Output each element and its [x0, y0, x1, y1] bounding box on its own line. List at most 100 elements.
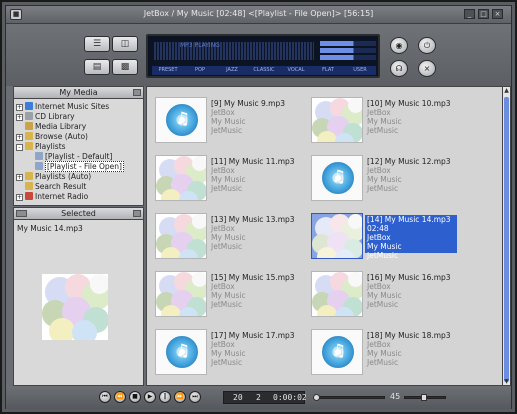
scroll-up-icon[interactable]: ▲ — [503, 87, 510, 95]
tree-item-label: [Playlist - File Open] — [45, 161, 124, 172]
prev-icon[interactable]: ⏮ — [99, 391, 111, 403]
record-button[interactable]: ◉ — [390, 37, 408, 54]
panel-collapse-icon[interactable] — [133, 89, 141, 96]
album-art — [312, 272, 362, 316]
seek-slider[interactable] — [313, 394, 385, 401]
tree-item-label: Playlists — [35, 142, 66, 151]
tree-item[interactable]: [Playlist - File Open] — [26, 161, 124, 172]
expand-icon[interactable]: + — [16, 134, 23, 141]
collapse-icon[interactable]: - — [16, 144, 23, 151]
music-disc-icon — [166, 104, 198, 136]
track-tile[interactable]: [15] My Music 15.mp3 JetBox My Music JetMus… — [152, 267, 304, 319]
eq-preset[interactable]: VOCAL — [280, 66, 312, 75]
track-grid-scrollbar[interactable]: ▲ ▼ — [503, 86, 511, 386]
tree-item[interactable]: Media Library — [16, 122, 86, 132]
folder-icon — [25, 172, 33, 180]
scroll-down-icon[interactable]: ▼ — [503, 378, 510, 386]
seek-knob[interactable] — [313, 394, 320, 401]
expand-icon[interactable]: + — [16, 114, 23, 121]
volume-slider[interactable] — [404, 394, 446, 401]
title-bar[interactable]: ■ JetBox / My Music [02:48] <[Playlist -… — [6, 6, 511, 24]
rewind-icon[interactable]: ⏪ — [114, 391, 126, 403]
art-circle — [178, 191, 198, 200]
track-tile[interactable]: [16] My Music 16.mp3 JetBox My Music JetMus… — [308, 267, 460, 319]
track-duration: 02:48 — [367, 224, 389, 233]
volume-knob[interactable] — [420, 394, 427, 401]
expand-icon[interactable]: + — [16, 174, 23, 181]
transport-bar: ⏮ ⏪ ■ ▶ ‖ ⏩ ⏭ 20 2 0:00:02 45 — [6, 386, 511, 409]
eq-preset[interactable]: FLAT — [312, 66, 344, 75]
track-tile[interactable]: [9] My Music 9.mp3JetBoxMy MusicJetMusic — [152, 93, 304, 145]
track-tile[interactable]: [18] My Music 18.mp3JetBoxMy MusicJetMus… — [308, 325, 460, 377]
save-button[interactable]: ▩ — [112, 59, 138, 75]
play-icon[interactable]: ▶ — [144, 391, 156, 403]
tree-item[interactable]: + CD Library — [16, 112, 75, 122]
spectrum-visualizer — [154, 42, 314, 60]
power-icon[interactable]: ⏻ — [418, 37, 436, 54]
expand-icon[interactable]: + — [16, 104, 23, 111]
track-title: [17] My Music 17.mp3 — [211, 331, 295, 340]
track-genre: JetMusic — [211, 300, 243, 309]
eq-preset[interactable]: JAZZ — [216, 66, 248, 75]
library-view-button[interactable]: ◫ — [112, 36, 138, 52]
album-art — [156, 272, 206, 316]
track-tile[interactable]: [14] My Music 14.mp3 02:48 JetBox My Music J… — [308, 209, 460, 261]
media-tree: + Internet Music Sites + CD Library Media Li… — [13, 99, 144, 206]
track-title: [14] My Music 14.mp3 — [367, 215, 451, 224]
track-tile[interactable]: [11] My Music 11.mp3 JetBox My Music JetMus… — [152, 151, 304, 203]
track-album: My Music — [211, 117, 246, 126]
art-circle — [89, 274, 108, 294]
exit-button[interactable]: × — [418, 60, 436, 77]
my-media-header: My Media — [13, 86, 144, 99]
close-icon[interactable]: × — [492, 9, 503, 19]
minimize-icon[interactable]: _ — [464, 9, 475, 19]
eq-preset[interactable]: USER — [344, 66, 376, 75]
track-tile[interactable]: [12] My Music 12.mp3JetBoxMy MusicJetMus… — [308, 151, 460, 203]
tree-item[interactable]: + Internet Music Sites — [16, 102, 109, 112]
headphones-icon[interactable]: ☊ — [390, 60, 408, 77]
track-album: My Music — [367, 349, 402, 358]
skin-button[interactable]: ▤ — [84, 59, 110, 75]
folder-icon — [25, 112, 33, 120]
track-album: My Music — [211, 233, 246, 242]
panel-title: My Media — [59, 88, 98, 97]
panel-collapse-icon[interactable] — [133, 210, 141, 217]
folder-icon — [25, 132, 33, 140]
track-artist: JetBox — [211, 282, 235, 291]
next-icon[interactable]: ⏭ — [189, 391, 201, 403]
music-disc-icon — [322, 336, 354, 368]
track-counter: 20 2 0:00:02 — [223, 391, 307, 404]
track-tile[interactable]: [10] My Music 10.mp3 JetBox My Music JetMus… — [308, 93, 460, 145]
track-title: [13] My Music 13.mp3 — [211, 215, 295, 224]
album-art — [312, 98, 362, 142]
scrollbar-thumb[interactable] — [504, 97, 509, 382]
folder-icon — [25, 142, 33, 150]
album-art — [156, 156, 206, 200]
tree-item[interactable]: + Browse (Auto) — [16, 132, 88, 142]
tree-item[interactable]: - Playlists — [16, 142, 66, 152]
pause-icon[interactable]: ‖ — [159, 391, 171, 403]
forward-icon[interactable]: ⏩ — [174, 391, 186, 403]
track-tile[interactable]: [17] My Music 17.mp3JetBoxMy MusicJetMus… — [152, 325, 304, 377]
eq-preset[interactable]: POP — [184, 66, 216, 75]
art-circle — [192, 214, 206, 229]
equalizer-bars[interactable] — [320, 41, 376, 63]
tree-item[interactable]: + Internet Radio — [16, 192, 88, 202]
eq-preset[interactable]: PRESET — [152, 66, 184, 75]
track-title: [16] My Music 16.mp3 — [367, 273, 451, 282]
track-info: [12] My Music 12.mp3 JetBox My Music JetMus… — [367, 157, 459, 193]
tree-item[interactable]: Search Result — [16, 182, 86, 192]
maximize-icon[interactable]: □ — [478, 9, 489, 19]
playlist-view-button[interactable]: ☰ — [84, 36, 110, 52]
player-window: ■ JetBox / My Music [02:48] <[Playlist -… — [0, 0, 517, 414]
track-tile[interactable]: [13] My Music 13.mp3 JetBox My Music JetMus… — [152, 209, 304, 261]
selected-track-panel: My Music 14.mp3 — [13, 220, 144, 386]
folder-icon — [25, 182, 33, 190]
folder-icon — [35, 162, 43, 170]
expand-icon[interactable]: + — [16, 194, 23, 201]
stop-icon[interactable]: ■ — [129, 391, 141, 403]
eq-preset[interactable]: CLASSIC — [248, 66, 280, 75]
panel-toggle-icon[interactable] — [16, 210, 27, 217]
tree-item[interactable]: + Playlists (Auto) — [16, 172, 91, 182]
track-genre: JetMusic — [367, 358, 399, 367]
